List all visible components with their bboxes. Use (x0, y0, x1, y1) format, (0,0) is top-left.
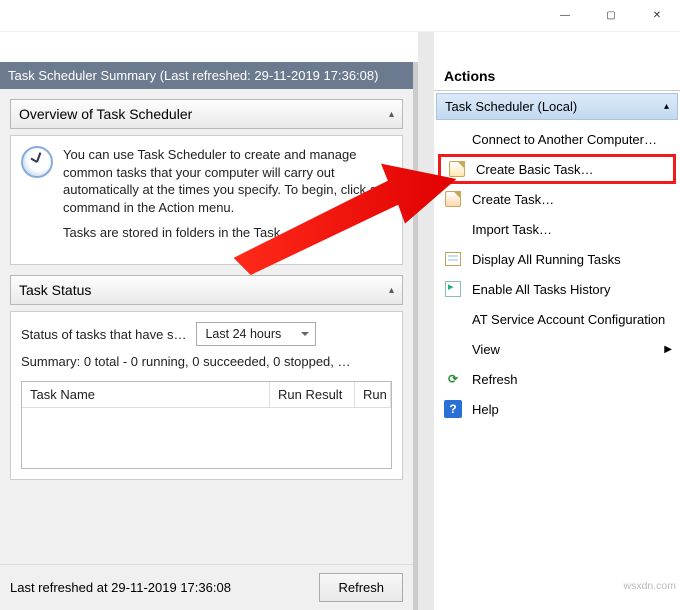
help-icon: ? (444, 400, 462, 418)
refresh-icon: ⟳ (444, 370, 462, 388)
action-create-task[interactable]: Create Task… (434, 184, 680, 214)
running-tasks-icon (444, 250, 462, 268)
action-label: Create Task… (472, 192, 554, 207)
action-label: Help (472, 402, 499, 417)
col-run-result[interactable]: Run Result (270, 382, 355, 407)
last-refreshed-text: Last refreshed at 29-11-2019 17:36:08 (10, 580, 231, 595)
blank-icon (444, 220, 462, 238)
collapse-icon: ▴ (664, 101, 669, 112)
status-table: Task Name Run Result Run (21, 381, 392, 469)
action-label: Enable All Tasks History (472, 282, 611, 297)
action-label: View (472, 342, 500, 357)
action-refresh[interactable]: ⟳ Refresh (434, 364, 680, 394)
main-pane: Task Scheduler Summary (Last refreshed: … (0, 62, 418, 610)
status-label: Status of tasks that have s… (21, 327, 186, 342)
action-label: Import Task… (472, 222, 552, 237)
action-at-service[interactable]: AT Service Account Configuration (434, 304, 680, 334)
actions-group-header[interactable]: Task Scheduler (Local) ▴ (436, 93, 678, 120)
refresh-button[interactable]: Refresh (319, 573, 403, 602)
actions-pane: Actions Task Scheduler (Local) ▴ Connect… (434, 62, 680, 610)
history-icon (444, 280, 462, 298)
action-label: Refresh (472, 372, 518, 387)
main-scrollbar[interactable] (418, 32, 434, 610)
overview-panel-header[interactable]: Overview of Task Scheduler ▴ (10, 99, 403, 129)
action-display-running[interactable]: Display All Running Tasks (434, 244, 680, 274)
actions-group-title: Task Scheduler (Local) (445, 99, 577, 114)
status-table-body (22, 408, 391, 468)
minimize-button[interactable]: — (542, 0, 588, 30)
collapse-icon: ▴ (389, 109, 394, 120)
col-run[interactable]: Run (355, 382, 391, 407)
blank-icon (444, 310, 462, 328)
action-label: AT Service Account Configuration (472, 312, 665, 327)
actions-pane-title: Actions (434, 62, 680, 91)
footer-bar: Last refreshed at 29-11-2019 17:36:08 Re… (0, 564, 413, 610)
action-label: Connect to Another Computer… (472, 132, 657, 147)
submenu-arrow-icon: ▶ (664, 344, 672, 355)
status-summary: Summary: 0 total - 0 running, 0 succeede… (21, 354, 392, 369)
action-enable-history[interactable]: Enable All Tasks History (434, 274, 680, 304)
watermark: wsxdn.com (623, 580, 676, 592)
col-task-name[interactable]: Task Name (22, 382, 270, 407)
create-task-icon (444, 190, 462, 208)
blank-icon (444, 340, 462, 358)
window-titlebar: — ▢ ✕ (0, 0, 680, 32)
overview-title: Overview of Task Scheduler (19, 106, 192, 122)
blank-icon (444, 130, 462, 148)
overview-text-2: Tasks are stored in folders in the Task (63, 224, 392, 242)
summary-header: Task Scheduler Summary (Last refreshed: … (0, 62, 413, 89)
status-period-combo[interactable]: Last 24 hours (196, 322, 316, 346)
basic-task-icon (448, 160, 466, 178)
action-label: Display All Running Tasks (472, 252, 621, 267)
maximize-button[interactable]: ▢ (588, 0, 634, 30)
action-connect[interactable]: Connect to Another Computer… (434, 124, 680, 154)
task-status-title: Task Status (19, 282, 91, 298)
action-import-task[interactable]: Import Task… (434, 214, 680, 244)
overview-panel: You can use Task Scheduler to create and… (10, 135, 403, 265)
action-label: Create Basic Task… (476, 162, 594, 177)
action-help[interactable]: ? Help (434, 394, 680, 424)
action-view[interactable]: View ▶ (434, 334, 680, 364)
overview-text: You can use Task Scheduler to create and… (63, 146, 392, 216)
action-create-basic-task[interactable]: Create Basic Task… (438, 154, 676, 184)
task-status-header[interactable]: Task Status ▴ (10, 275, 403, 305)
clock-icon (21, 146, 53, 178)
close-button[interactable]: ✕ (634, 0, 680, 30)
collapse-icon: ▴ (389, 285, 394, 296)
task-status-panel: Status of tasks that have s… Last 24 hou… (10, 311, 403, 480)
